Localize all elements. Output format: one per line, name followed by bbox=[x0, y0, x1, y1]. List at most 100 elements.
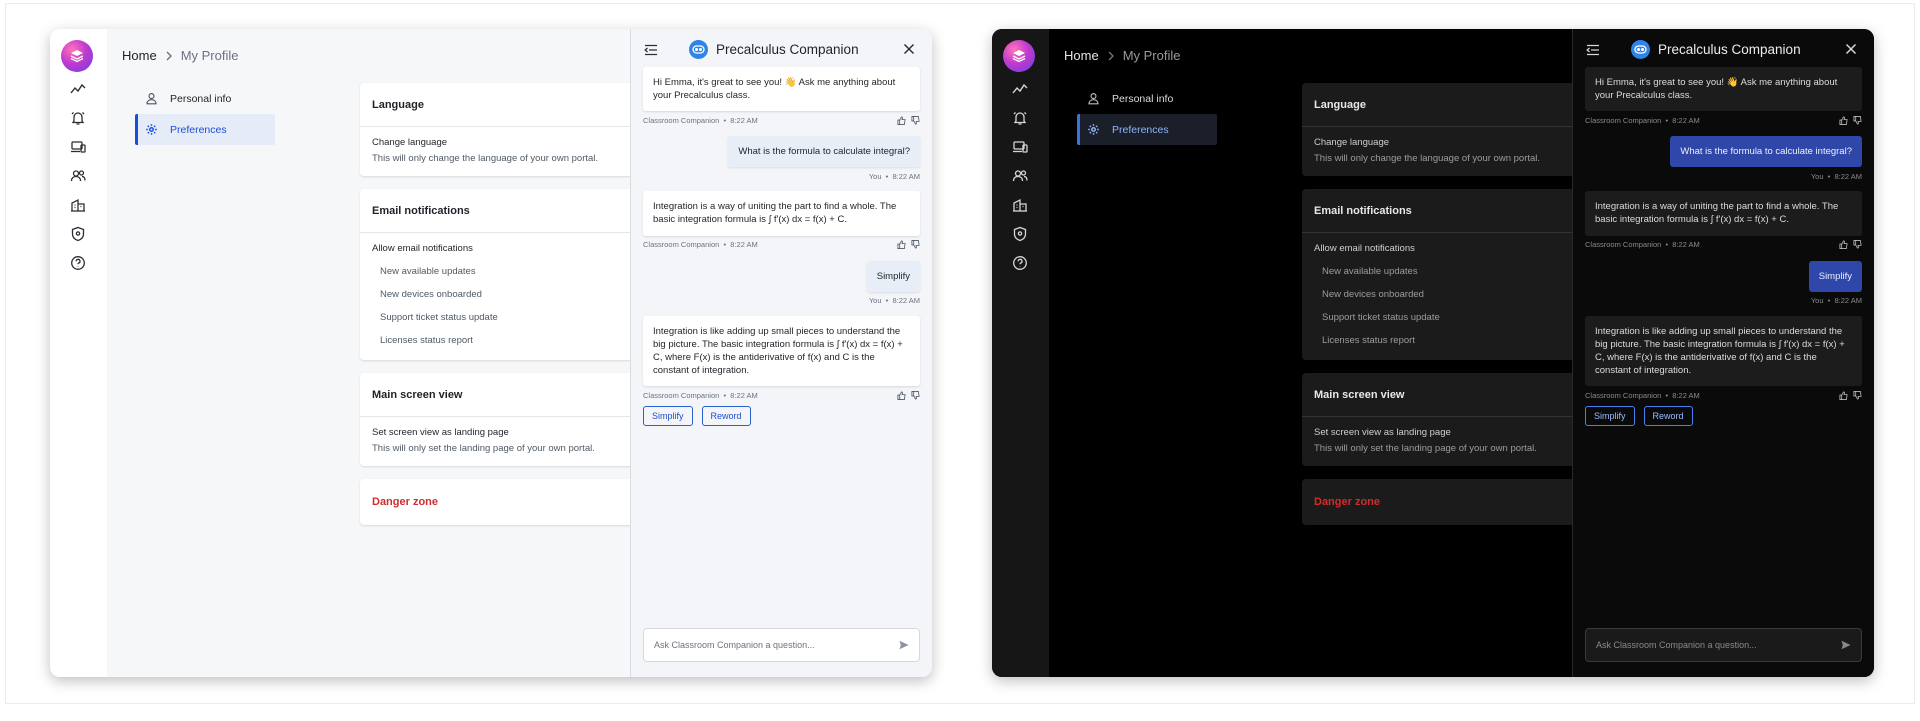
breadcrumb-home[interactable]: Home bbox=[1064, 48, 1099, 63]
security-icon[interactable] bbox=[1011, 225, 1029, 243]
simplify-chip-button[interactable]: Simplify bbox=[1585, 406, 1635, 427]
chat-input[interactable]: Ask Classroom Companion a question... bbox=[643, 628, 920, 662]
message-sender: Classroom Companion bbox=[643, 240, 720, 250]
bot-message: Hi Emma, it's great to see you! 👋 Ask me… bbox=[643, 67, 920, 112]
message-meta: You • 8:22 AM bbox=[643, 167, 920, 185]
gear-icon bbox=[146, 124, 157, 135]
chat-title: Precalculus Companion bbox=[1658, 42, 1801, 57]
security-icon[interactable] bbox=[69, 225, 87, 243]
app-logo-icon[interactable] bbox=[1003, 40, 1035, 72]
thumb-up-icon[interactable] bbox=[1839, 116, 1848, 125]
chat-panel: Precalculus Companion Hi Emma, it's grea… bbox=[1572, 29, 1874, 677]
app-logo-icon[interactable] bbox=[61, 40, 93, 72]
message-meta: Classroom Companion • 8:22 AM bbox=[643, 236, 920, 254]
app-window-dark: Home My Profile Personal info Preference… bbox=[992, 29, 1874, 677]
message-time: 8:22 AM bbox=[1834, 171, 1862, 181]
email-option[interactable]: New available updates bbox=[1322, 266, 1610, 277]
thumb-down-icon[interactable] bbox=[1853, 240, 1862, 249]
send-icon[interactable] bbox=[1841, 640, 1851, 650]
message-time: 8:22 AM bbox=[1834, 296, 1862, 306]
collapse-icon[interactable] bbox=[1586, 44, 1600, 56]
thumb-up-icon[interactable] bbox=[897, 116, 906, 125]
user-message: What is the formula to calculate integra… bbox=[728, 136, 920, 168]
alerts-icon[interactable] bbox=[1011, 109, 1029, 127]
setting-title[interactable]: Set screen view as landing page bbox=[1314, 427, 1610, 438]
setting-title[interactable]: Set screen view as landing page bbox=[372, 427, 668, 438]
email-option[interactable]: New available updates bbox=[380, 266, 668, 277]
email-option[interactable]: Support ticket status update bbox=[380, 312, 668, 323]
alerts-icon[interactable] bbox=[69, 109, 87, 127]
message-sender: Classroom Companion bbox=[643, 115, 720, 125]
thumb-down-icon[interactable] bbox=[911, 115, 920, 125]
email-option[interactable]: Licenses status report bbox=[1322, 335, 1610, 346]
meta-separator: • bbox=[1665, 115, 1669, 125]
reword-chip-button[interactable]: Reword bbox=[701, 406, 751, 427]
thumb-up-icon[interactable] bbox=[897, 391, 906, 400]
setting-title[interactable]: Change language bbox=[1314, 137, 1610, 148]
meta-separator: • bbox=[1665, 240, 1669, 250]
thumb-up-icon[interactable] bbox=[897, 240, 906, 250]
message-meta: Classroom Companion • 8:22 AM bbox=[1585, 236, 1862, 254]
meta-separator: • bbox=[723, 115, 727, 125]
meta-separator: • bbox=[885, 296, 889, 306]
meta-separator: • bbox=[1827, 171, 1831, 181]
email-option[interactable]: New devices onboarded bbox=[380, 289, 668, 300]
bot-icon bbox=[1631, 40, 1650, 59]
setting-title[interactable]: Allow email notifications bbox=[372, 243, 668, 254]
email-option[interactable]: New devices onboarded bbox=[1322, 289, 1610, 300]
setting-description: This will only set the landing page of y… bbox=[1314, 443, 1537, 454]
thumb-up-icon[interactable] bbox=[1839, 391, 1848, 400]
send-icon[interactable] bbox=[899, 640, 909, 650]
message-sender: You bbox=[868, 171, 882, 181]
close-icon[interactable] bbox=[903, 43, 915, 55]
gear-icon bbox=[1088, 124, 1099, 135]
message-meta: Classroom Companion • 8:22 AM bbox=[1585, 111, 1862, 129]
user-message: Simplify bbox=[1808, 260, 1862, 292]
collapse-icon[interactable] bbox=[644, 44, 658, 56]
message-meta: You • 8:22 AM bbox=[643, 292, 920, 310]
meta-separator: • bbox=[885, 171, 889, 181]
chat-title: Precalculus Companion bbox=[716, 42, 859, 57]
meta-separator: • bbox=[1665, 390, 1669, 400]
simplify-chip-button[interactable]: Simplify bbox=[643, 406, 693, 427]
bot-message: Integration is like adding up small piec… bbox=[643, 315, 920, 387]
subnav-item-label: Preferences bbox=[1112, 123, 1169, 136]
thumb-up-icon[interactable] bbox=[1839, 240, 1848, 250]
setting-description: This will only change the language of yo… bbox=[1314, 153, 1541, 164]
setting-title[interactable]: Change language bbox=[372, 137, 668, 148]
thumb-down-icon[interactable] bbox=[911, 240, 920, 249]
help-icon[interactable] bbox=[69, 254, 87, 272]
close-icon[interactable] bbox=[1845, 43, 1857, 55]
chevron-right-icon bbox=[1108, 51, 1114, 60]
reword-chip-button[interactable]: Reword bbox=[1643, 406, 1693, 427]
setting-title[interactable]: Allow email notifications bbox=[1314, 243, 1610, 254]
chat-input[interactable]: Ask Classroom Companion a question... bbox=[1585, 628, 1862, 662]
devices-icon[interactable] bbox=[1011, 138, 1029, 156]
users-icon[interactable] bbox=[1011, 167, 1029, 185]
message-time: 8:22 AM bbox=[1672, 240, 1700, 250]
meta-separator: • bbox=[723, 240, 727, 250]
buildings-icon[interactable] bbox=[69, 196, 87, 214]
thumb-down-icon[interactable] bbox=[1853, 390, 1862, 400]
breadcrumb: Home My Profile bbox=[1064, 48, 1180, 63]
subnav-item-preferences[interactable]: Preferences bbox=[135, 114, 275, 145]
email-option[interactable]: Support ticket status update bbox=[1322, 312, 1610, 323]
buildings-icon[interactable] bbox=[1011, 196, 1029, 214]
help-icon[interactable] bbox=[1011, 254, 1029, 272]
thumb-down-icon[interactable] bbox=[1853, 115, 1862, 125]
subnav-item-personal-info[interactable]: Personal info bbox=[135, 83, 275, 114]
subnav-item-preferences[interactable]: Preferences bbox=[1077, 114, 1217, 145]
subnav-item-personal-info[interactable]: Personal info bbox=[1077, 83, 1217, 114]
setting-description: This will only set the landing page of y… bbox=[372, 443, 595, 454]
breadcrumb-home[interactable]: Home bbox=[122, 48, 157, 63]
message-meta: Classroom Companion • 8:22 AM bbox=[643, 111, 920, 129]
message-sender: Classroom Companion bbox=[643, 390, 720, 400]
analytics-icon[interactable] bbox=[69, 80, 87, 98]
users-icon[interactable] bbox=[69, 167, 87, 185]
analytics-icon[interactable] bbox=[1011, 80, 1029, 98]
subnav-item-label: Personal info bbox=[1112, 92, 1174, 105]
chat-input-placeholder: Ask Classroom Companion a question... bbox=[1596, 640, 1757, 650]
email-option[interactable]: Licenses status report bbox=[380, 335, 668, 346]
thumb-down-icon[interactable] bbox=[911, 390, 920, 400]
devices-icon[interactable] bbox=[69, 138, 87, 156]
